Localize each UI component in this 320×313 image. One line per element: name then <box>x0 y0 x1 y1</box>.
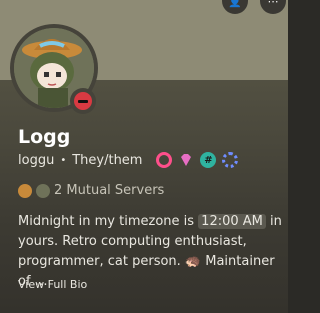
more-icon: ⋯ <box>267 0 279 8</box>
nitro-badge-icon[interactable] <box>156 152 173 168</box>
display-name: Logg <box>18 126 71 148</box>
add-friend-icon: 👤 <box>228 0 242 8</box>
mutual-servers-label: 2 Mutual Servers <box>54 183 165 198</box>
view-full-bio-link[interactable]: View Full Bio <box>18 278 87 291</box>
badge-list: # <box>156 152 239 168</box>
hash-badge-icon[interactable]: # <box>200 152 217 168</box>
gem-badge-icon[interactable] <box>178 152 194 168</box>
timestamp[interactable]: 12:00 AM <box>198 214 266 229</box>
dnd-status-icon <box>74 92 92 110</box>
profile-popout: 👤 ⋯ Logg loggu • They/them # 2 Mutual Se… <box>0 0 288 313</box>
mutual-servers[interactable]: 2 Mutual Servers <box>18 183 164 198</box>
bio-text: Midnight in my timezone is <box>18 214 199 229</box>
server-icon <box>36 183 50 198</box>
status-indicator <box>70 88 96 114</box>
gear-badge-icon[interactable] <box>222 152 239 168</box>
pronouns: They/them <box>72 152 143 168</box>
username[interactable]: loggu <box>18 153 54 168</box>
username-row: loggu • They/them # <box>18 152 239 168</box>
server-icon <box>18 183 32 198</box>
separator: • <box>60 154 67 166</box>
